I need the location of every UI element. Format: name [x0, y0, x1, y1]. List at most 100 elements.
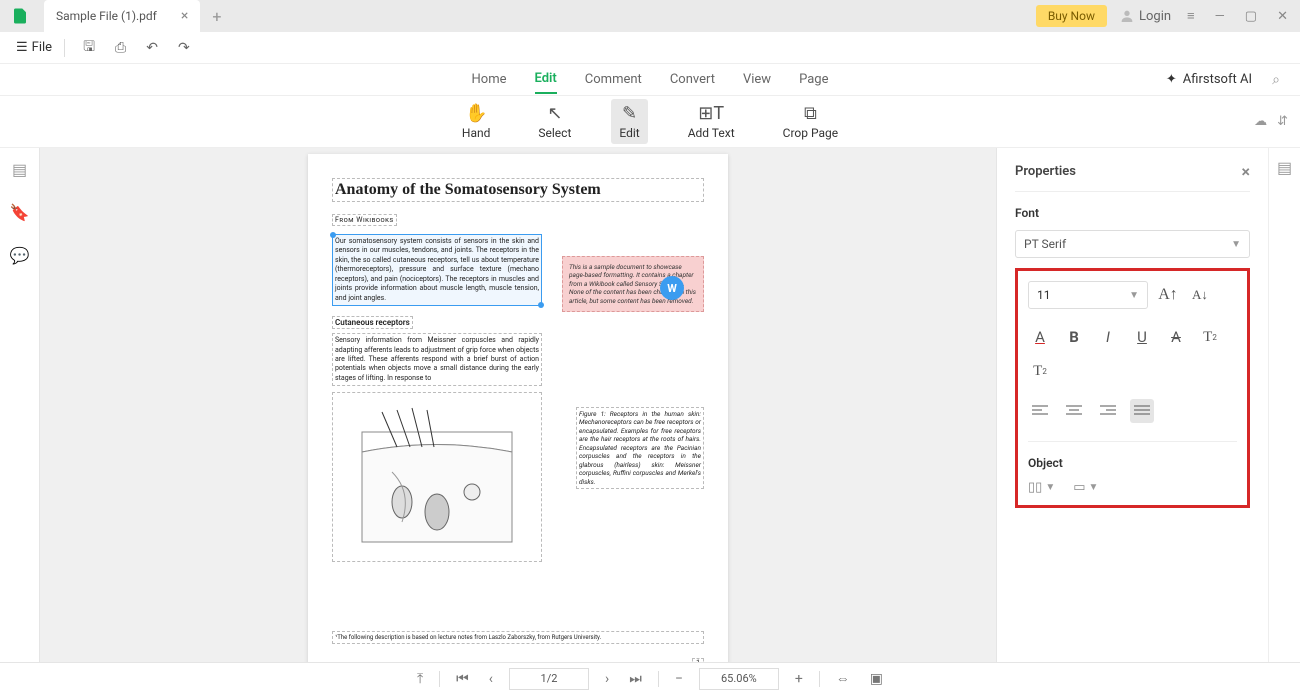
arrange-button[interactable]: ▯▯ ▼	[1028, 480, 1055, 495]
chevron-down-icon: ▼	[1129, 290, 1139, 301]
bookmark-icon[interactable]: 🔖	[10, 203, 30, 222]
last-page-icon[interactable]: ⏭	[625, 671, 646, 687]
tab-title: Sample File (1).pdf	[56, 9, 157, 23]
align-center-button[interactable]	[1062, 399, 1086, 423]
tab-page[interactable]: Page	[799, 66, 828, 93]
save-icon[interactable]: 🖫	[77, 34, 101, 62]
document-viewport[interactable]: Anatomy of the Somatosensory System From…	[40, 148, 996, 694]
ai-button[interactable]: ✦ Afirstsoft AI	[1166, 72, 1252, 87]
object-section-label: Object	[1028, 456, 1237, 470]
decrease-font-icon[interactable]: A↓	[1188, 283, 1212, 307]
zoom-input[interactable]	[699, 668, 779, 690]
redo-icon[interactable]: ↷	[172, 38, 196, 58]
align-left-button[interactable]	[1028, 399, 1052, 423]
next-page-icon[interactable]: ›	[601, 671, 613, 687]
align-justify-button[interactable]	[1130, 399, 1154, 423]
comments-icon[interactable]: 💬	[10, 246, 30, 265]
align-right-button[interactable]	[1096, 399, 1120, 423]
underline-button[interactable]: U	[1130, 325, 1154, 349]
add-text-icon: ⊞T	[698, 103, 724, 124]
figure-caption[interactable]: Figure 1: Receptors in the human skin: M…	[576, 407, 704, 489]
body-paragraph[interactable]: Sensory information from Meissner corpus…	[332, 333, 542, 386]
new-tab-button[interactable]: +	[212, 7, 221, 26]
superscript-button[interactable]: T2	[1198, 325, 1222, 349]
bold-button[interactable]: B	[1062, 325, 1086, 349]
tab-home[interactable]: Home	[472, 66, 507, 93]
minimize-button[interactable]: —	[1211, 9, 1229, 24]
crop-page-tool[interactable]: ⧉ Crop Page	[775, 99, 846, 144]
login-button[interactable]: Login	[1119, 8, 1171, 24]
section-heading[interactable]: Cutaneous receptors	[332, 316, 413, 329]
highlighted-controls: 11 ▼ A↑ A↓ A B I U A T2 T2	[1015, 268, 1250, 508]
selected-text-block[interactable]: Our somatosensory system consists of sen…	[332, 234, 542, 306]
italic-button[interactable]: I	[1096, 325, 1120, 349]
statusbar: ⤒ ⏮ ‹ › ⏭ − + ⇔ ▣	[0, 662, 1300, 694]
word-export-icon[interactable]: W	[660, 276, 684, 300]
distribute-button[interactable]: ▭ ▼	[1073, 480, 1098, 495]
increase-font-icon[interactable]: A↑	[1156, 283, 1180, 307]
select-tool[interactable]: ↖ Select	[530, 99, 579, 144]
subscript-button[interactable]: T2	[1028, 359, 1052, 383]
page-title[interactable]: Anatomy of the Somatosensory System	[332, 178, 704, 202]
font-family-dropdown[interactable]: PT Serif ▼	[1015, 230, 1250, 258]
chevron-down-icon: ▼	[1231, 239, 1241, 250]
strikethrough-button[interactable]: A	[1164, 325, 1188, 349]
skin-diagram-icon	[342, 402, 532, 552]
divider	[64, 39, 65, 57]
cursor-icon: ↖	[547, 103, 562, 124]
main-menu-tabs: Home Edit Comment Convert View Page ✦ Af…	[0, 64, 1300, 96]
close-panel-icon[interactable]: ×	[1242, 162, 1251, 181]
edit-icon: ✎	[622, 103, 637, 124]
zoom-out-icon[interactable]: −	[671, 671, 687, 687]
figure-image[interactable]	[332, 392, 542, 562]
prev-page-icon[interactable]: ‹	[485, 671, 497, 687]
properties-panel: Properties × Font PT Serif ▼ 11 ▼ A↑ A↓ …	[996, 148, 1268, 694]
user-icon	[1119, 8, 1135, 24]
add-text-tool[interactable]: ⊞T Add Text	[680, 99, 743, 144]
titlebar: Sample File (1).pdf × + Buy Now Login ≡ …	[0, 0, 1300, 32]
fit-width-icon[interactable]: ⇔	[832, 670, 854, 687]
buy-now-button[interactable]: Buy Now	[1036, 5, 1107, 27]
print-icon[interactable]: ⎙	[109, 38, 132, 58]
undo-icon[interactable]: ↶	[140, 38, 164, 58]
hamburger-icon: ☰	[16, 40, 28, 55]
hand-tool[interactable]: ✋ Hand	[454, 99, 498, 144]
edit-toolbar: ✋ Hand ↖ Select ✎ Edit ⊞T Add Text ⧉ Cro…	[0, 96, 1300, 148]
sparkle-icon: ✦	[1166, 72, 1177, 87]
close-window-button[interactable]: ✕	[1273, 9, 1292, 24]
hand-icon: ✋	[465, 103, 487, 124]
edit-tool[interactable]: ✎ Edit	[611, 99, 647, 144]
file-menu-button[interactable]: ☰ File	[16, 40, 52, 55]
first-page-icon[interactable]: ⏮	[452, 671, 473, 687]
tab-comment[interactable]: Comment	[585, 66, 642, 93]
search-icon[interactable]: ⌕	[1272, 72, 1280, 88]
settings-toggle-icon[interactable]: ⇵	[1277, 114, 1288, 129]
fit-page-icon[interactable]: ▣	[866, 671, 887, 687]
app-logo	[8, 4, 32, 28]
main-area: ▤ 🔖 💬 Anatomy of the Somatosensory Syste…	[0, 148, 1300, 694]
footnote[interactable]: ¹The following description is based on l…	[332, 631, 704, 644]
crop-icon: ⧉	[804, 103, 817, 124]
pdf-page[interactable]: Anatomy of the Somatosensory System From…	[308, 154, 728, 682]
menu-icon[interactable]: ≡	[1183, 8, 1199, 24]
document-tab[interactable]: Sample File (1).pdf ×	[44, 0, 200, 32]
zoom-in-icon[interactable]: +	[791, 671, 807, 687]
page-number-input[interactable]	[509, 668, 589, 690]
font-size-dropdown[interactable]: 11 ▼	[1028, 281, 1148, 309]
font-color-button[interactable]: A	[1028, 325, 1052, 349]
close-tab-icon[interactable]: ×	[181, 8, 188, 24]
scroll-top-icon[interactable]: ⤒	[413, 671, 427, 687]
quick-toolbar: ☰ File 🖫 ⎙ ↶ ↷	[0, 32, 1300, 64]
tab-edit[interactable]: Edit	[535, 65, 557, 94]
thumbnails-icon[interactable]: ▤	[12, 160, 27, 179]
panel-toggle-icon[interactable]: ▤	[1277, 158, 1292, 177]
left-sidebar: ▤ 🔖 💬	[0, 148, 40, 694]
tab-view[interactable]: View	[743, 66, 771, 93]
font-section-label: Font	[1015, 206, 1250, 220]
cloud-icon[interactable]: ☁	[1254, 114, 1267, 129]
right-rail: ▤	[1268, 148, 1300, 694]
page-source[interactable]: From Wikibooks	[332, 214, 397, 226]
panel-title: Properties	[1015, 164, 1076, 179]
maximize-button[interactable]: ▢	[1241, 9, 1261, 24]
tab-convert[interactable]: Convert	[670, 66, 715, 93]
